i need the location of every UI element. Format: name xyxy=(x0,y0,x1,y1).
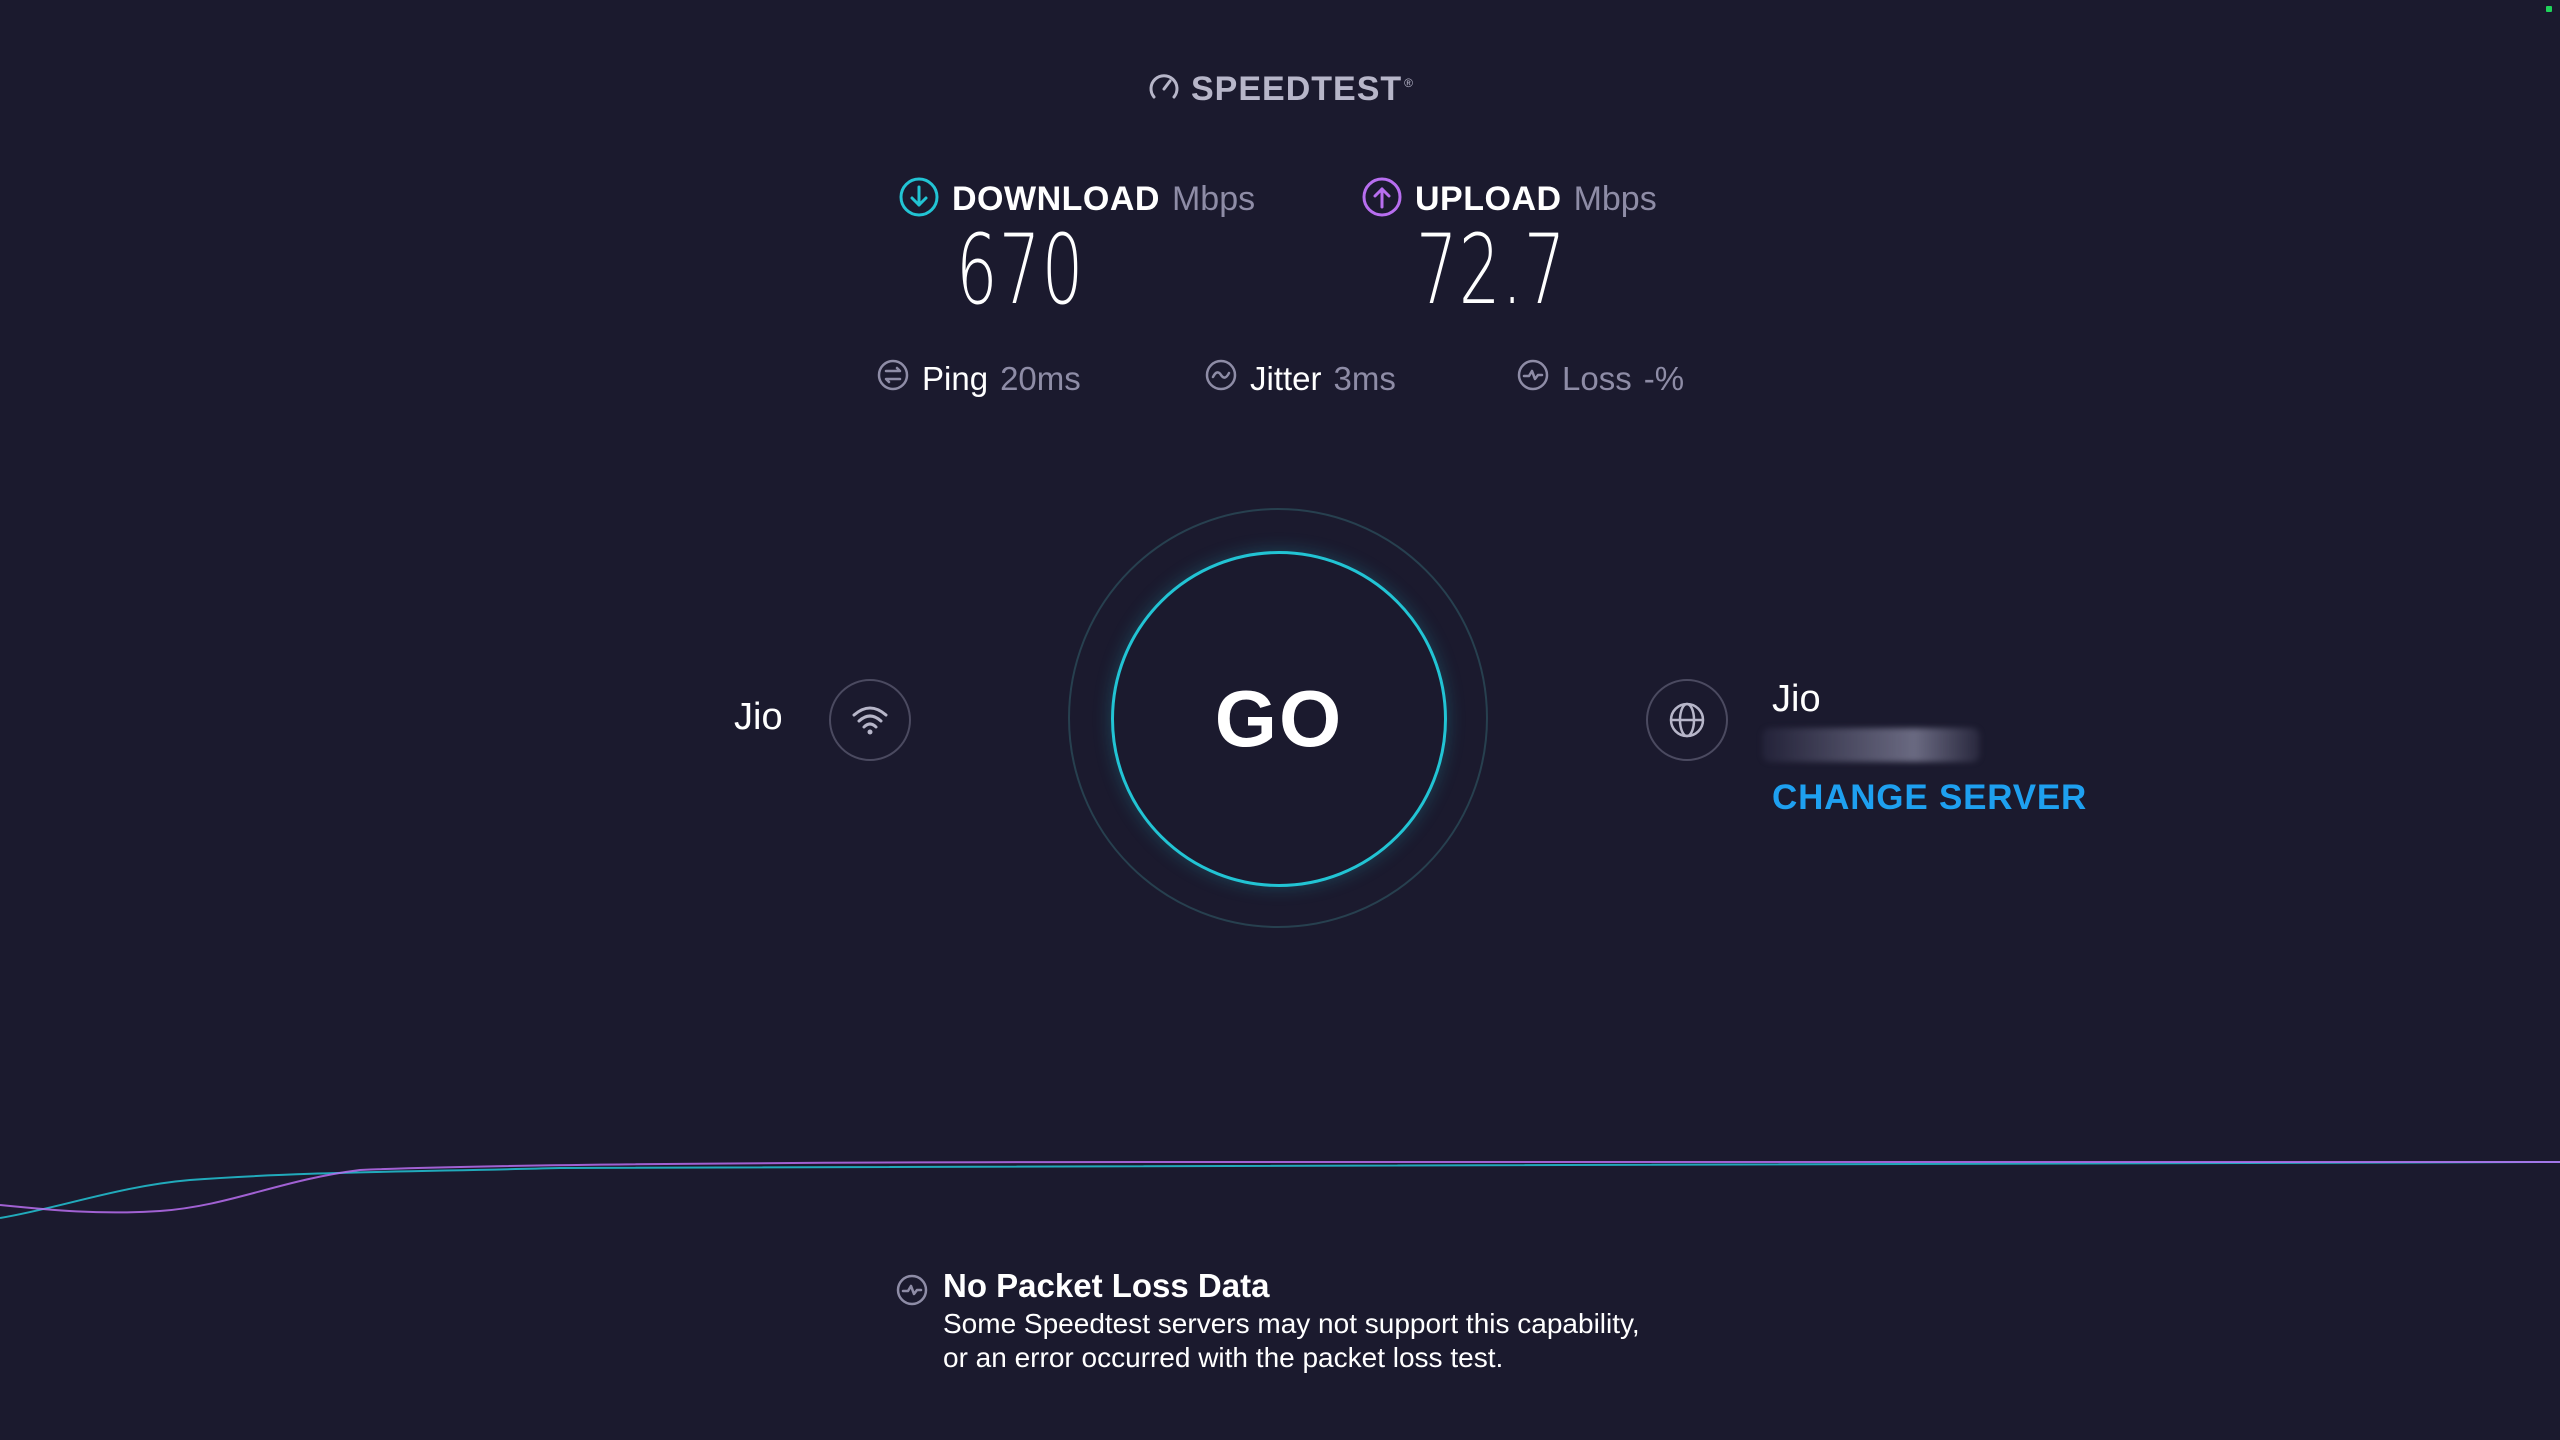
upload-value: 72.7 xyxy=(1416,214,1567,326)
loss-stat: Loss -% xyxy=(1516,358,1684,400)
wifi-icon xyxy=(829,679,911,761)
change-server-link[interactable]: CHANGE SERVER xyxy=(1772,778,2087,818)
loss-value: -% xyxy=(1643,360,1685,397)
jitter-value: 3ms xyxy=(1333,360,1396,397)
ping-label: Ping xyxy=(922,360,989,397)
loss-label: Loss xyxy=(1562,360,1632,397)
jitter-label: Jitter xyxy=(1250,360,1322,397)
isp-name: Jio xyxy=(734,696,783,738)
loss-icon xyxy=(895,1273,929,1312)
download-graph-line xyxy=(0,1161,2560,1219)
download-unit: Mbps xyxy=(1171,180,1256,218)
jitter-stat: Jitter 3ms xyxy=(1204,358,1396,400)
brand-header: SPEEDTEST ® xyxy=(0,70,2560,109)
notice-line-2: or an error occurred with the packet los… xyxy=(943,1342,1504,1373)
speedometer-icon xyxy=(1147,70,1181,109)
server-name: Jio xyxy=(1772,678,1821,720)
jitter-icon xyxy=(1204,358,1238,400)
upload-arrow-icon xyxy=(1361,176,1403,223)
globe-icon xyxy=(1646,679,1728,761)
download-arrow-icon xyxy=(898,176,940,223)
server-location xyxy=(1762,728,1980,762)
upload-graph-line xyxy=(0,1161,2560,1214)
download-value: 670 xyxy=(956,214,1085,326)
brand-trademark: ® xyxy=(1404,76,1413,90)
go-label: GO xyxy=(1214,674,1344,763)
speedtest-screen: SPEEDTEST ® DOWNLOAD Mbps 670 UPLOAD Mbp… xyxy=(0,0,2560,1440)
go-button[interactable]: GO xyxy=(1111,551,1447,887)
brand-name: SPEEDTEST xyxy=(1190,70,1403,108)
status-indicator xyxy=(2546,6,2552,12)
ping-icon xyxy=(876,358,910,400)
notice-line-1: Some Speedtest servers may not support t… xyxy=(943,1308,1640,1339)
ping-value: 20ms xyxy=(1000,360,1081,397)
loss-icon xyxy=(1516,358,1550,400)
upload-unit: Mbps xyxy=(1573,180,1657,218)
speed-graph xyxy=(0,1161,2560,1219)
notice-title: No Packet Loss Data xyxy=(943,1267,1270,1304)
ping-stat: Ping 20ms xyxy=(876,358,1081,400)
